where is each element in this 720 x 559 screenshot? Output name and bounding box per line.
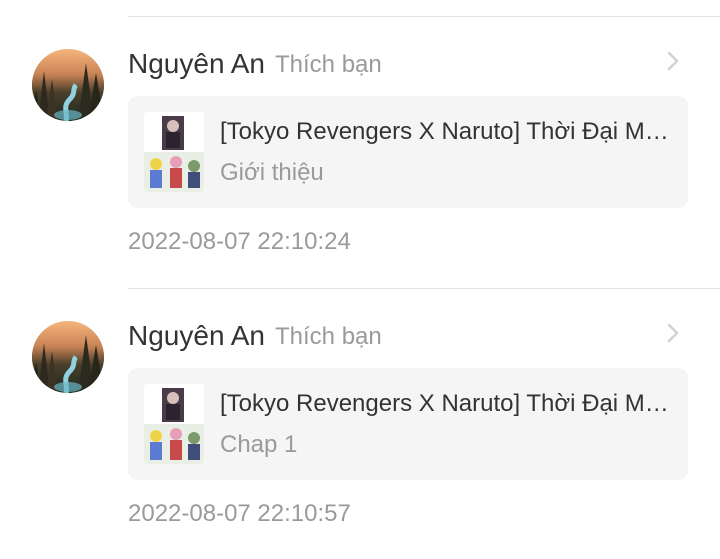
- action-text: Thích bạn: [275, 51, 382, 78]
- story-title: [Tokyo Revengers X Naruto] Thời Đại Mới…: [220, 118, 672, 145]
- story-card[interactable]: [Tokyo Revengers X Naruto] Thời Đại Mới……: [128, 96, 688, 208]
- story-cover-icon: [144, 112, 204, 192]
- story-cover-icon: [144, 384, 204, 464]
- user-name[interactable]: Nguyên An: [128, 47, 265, 81]
- chevron-right-icon[interactable]: [666, 49, 680, 73]
- forest-landscape-icon: [32, 49, 104, 121]
- story-title: [Tokyo Revengers X Naruto] Thời Đại Mới…: [220, 390, 672, 417]
- story-thumbnail: [144, 112, 204, 192]
- notification-item[interactable]: Nguyên An Thích bạn [Tokyo Revengers X N…: [0, 289, 720, 559]
- story-card[interactable]: [Tokyo Revengers X Naruto] Thời Đại Mới……: [128, 368, 688, 480]
- user-avatar[interactable]: [32, 321, 104, 393]
- notification-item[interactable]: Nguyên An Thích bạn [Tokyo Revengers X N…: [0, 17, 720, 287]
- timestamp: 2022-08-07 22:10:57: [128, 500, 351, 527]
- story-thumbnail: [144, 384, 204, 464]
- user-name[interactable]: Nguyên An: [128, 319, 265, 353]
- forest-landscape-icon: [32, 321, 104, 393]
- chevron-right-icon[interactable]: [666, 321, 680, 345]
- user-avatar[interactable]: [32, 49, 104, 121]
- chapter-label: Chap 1: [220, 431, 298, 458]
- action-text: Thích bạn: [275, 323, 382, 350]
- timestamp: 2022-08-07 22:10:24: [128, 228, 351, 255]
- chapter-label: Giới thiệu: [220, 159, 324, 186]
